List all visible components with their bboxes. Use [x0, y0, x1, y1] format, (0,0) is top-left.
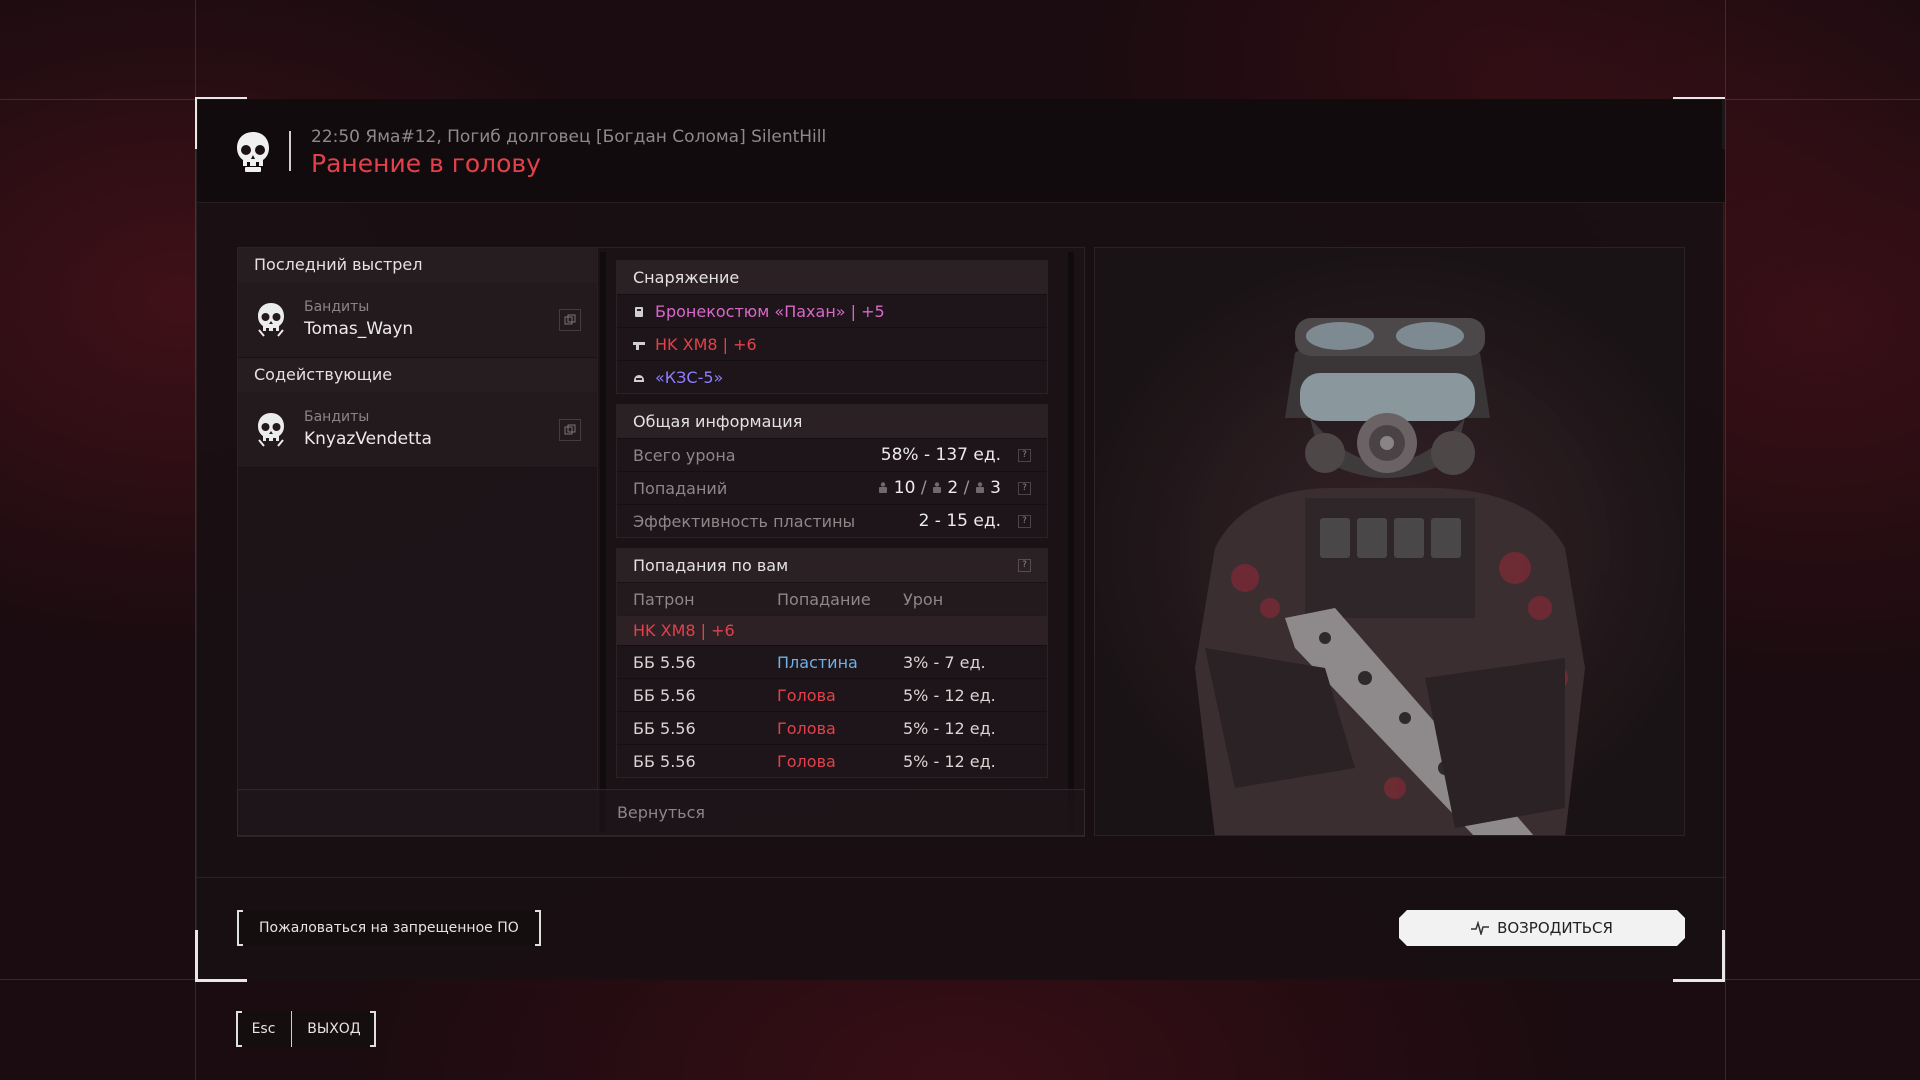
hits-on-you-card: Попадания по вам ? Патрон Попадание Урон… — [616, 548, 1048, 778]
character-model-view[interactable] — [1094, 247, 1685, 836]
respawn-button[interactable]: ВОЗРОДИТЬСЯ — [1399, 910, 1685, 946]
back-button[interactable]: Вернуться — [237, 789, 1085, 836]
ammo-cell: ББ 5.56 — [633, 653, 696, 672]
respawn-label: ВОЗРОДИТЬСЯ — [1497, 919, 1613, 937]
equipment-item: HK XM8 | +6 — [617, 327, 1047, 360]
hits-value: 10 / 2 / 3 — [878, 472, 1001, 505]
killer-name: Tomas_Wayn — [304, 319, 414, 339]
total-damage-label: Всего урона — [633, 446, 736, 465]
hit-cell: Голова — [777, 719, 836, 738]
assist-title: Содействующие — [238, 358, 597, 392]
players-column: Последний выстрел Бандиты Tomas_Wayn Сод… — [238, 248, 598, 836]
event-line: 22:50 Яма#12, Погиб долговец [Богдан Сол… — [311, 127, 827, 147]
equipment-armor-label: Бронекостюм «Пахан» | +5 — [655, 302, 885, 321]
assist-faction: Бандиты — [304, 409, 370, 425]
plate-efficiency-row: Эффективность пластины 2 - 15 ед. ? — [617, 504, 1047, 537]
copy-icon — [564, 314, 576, 325]
damage-cell: 3% - 7 ед. — [903, 653, 986, 672]
hit-cell: Пластина — [777, 653, 858, 672]
copy-assist-name-button[interactable] — [559, 419, 581, 441]
ammo-cell: ББ 5.56 — [633, 752, 696, 771]
column-hit: Попадание — [777, 590, 871, 609]
death-screen-panel: 22:50 Яма#12, Погиб долговец [Богдан Сол… — [195, 97, 1725, 982]
assist-row[interactable]: Бандиты KnyazVendetta — [238, 392, 597, 468]
equipment-title: Снаряжение — [617, 261, 1047, 294]
help-icon[interactable]: ? — [1018, 559, 1031, 572]
players-scrollbar[interactable] — [600, 252, 606, 832]
table-row: ББ 5.56 Голова 5% - 12 ед. — [617, 711, 1047, 744]
character-model — [1195, 318, 1585, 835]
equipment-item: Бронекостюм «Пахан» | +5 — [617, 294, 1047, 327]
button-bracket — [236, 1011, 242, 1047]
hits-on-you-title-text: Попадания по вам — [633, 556, 789, 575]
hits-weapon-group: HK XM8 | +6 — [617, 615, 1047, 645]
column-damage: Урон — [903, 590, 944, 609]
grid-line — [1725, 0, 1726, 1080]
hits-head-count: 10 — [893, 478, 916, 498]
pulse-icon — [1471, 921, 1489, 935]
body-head-icon — [879, 482, 888, 493]
help-icon[interactable]: ? — [1018, 449, 1031, 462]
damage-cell: 5% - 12 ед. — [903, 686, 996, 705]
faction-skull-icon — [258, 413, 284, 447]
hits-limbs-count: 3 — [990, 478, 1001, 498]
column-ammo: Патрон — [633, 590, 695, 609]
table-row: ББ 5.56 Голова 5% - 12 ед. — [617, 678, 1047, 711]
hits-table-header: Патрон Попадание Урон — [617, 582, 1047, 615]
rifle-icon — [633, 342, 645, 350]
hits-torso-count: 2 — [947, 478, 959, 498]
report-cheat-button[interactable]: Пожаловаться на запрещенное ПО — [237, 910, 541, 946]
info-scrollbar[interactable] — [1068, 252, 1074, 832]
total-damage-value: 58% - 137 ед. — [880, 445, 1001, 465]
exit-control[interactable]: Esc ВЫХОД — [236, 1011, 376, 1047]
last-shot-title: Последний выстрел — [238, 248, 597, 282]
copy-killer-name-button[interactable] — [559, 309, 581, 331]
damage-cell: 5% - 12 ед. — [903, 752, 996, 771]
total-damage-row: Всего урона 58% - 137 ед. ? — [617, 438, 1047, 471]
skull-icon — [237, 132, 269, 172]
button-bracket — [237, 910, 243, 946]
report-cheat-label: Пожаловаться на запрещенное ПО — [259, 920, 519, 936]
death-cause: Ранение в голову — [311, 149, 541, 178]
assist-name: KnyazVendetta — [304, 429, 432, 449]
hits-weapon-label: HK XM8 | +6 — [633, 621, 735, 640]
armor-icon — [635, 307, 643, 317]
equipment-item: «КЗС-5» — [617, 360, 1047, 393]
body-limbs-icon — [975, 482, 984, 493]
header-divider — [289, 131, 291, 171]
table-row: ББ 5.56 Пластина 3% - 7 ед. — [617, 645, 1047, 678]
general-info-card: Общая информация Всего урона 58% - 137 е… — [616, 404, 1048, 538]
killer-row[interactable]: Бандиты Tomas_Wayn — [238, 282, 597, 358]
faction-skull-icon — [258, 303, 284, 337]
button-bracket — [370, 1011, 376, 1047]
copy-icon — [564, 424, 576, 435]
body-torso-icon — [932, 482, 941, 493]
equipment-card: Снаряжение Бронекостюм «Пахан» | +5 HK X… — [616, 260, 1048, 394]
details-container: Последний выстрел Бандиты Tomas_Wayn Сод… — [237, 247, 1085, 837]
ammo-cell: ББ 5.56 — [633, 719, 696, 738]
death-header: 22:50 Яма#12, Погиб долговец [Богдан Сол… — [197, 99, 1725, 203]
exit-button[interactable]: ВЫХОД — [292, 1011, 376, 1047]
button-bracket — [534, 910, 541, 946]
footer-divider — [197, 877, 1725, 878]
plate-efficiency-value: 2 - 15 ед. — [918, 511, 1001, 531]
general-info-title: Общая информация — [617, 405, 1047, 438]
equipment-helmet-label: «КЗС-5» — [655, 368, 724, 387]
helmet-icon — [634, 375, 644, 382]
info-column: Снаряжение Бронекостюм «Пахан» | +5 HK X… — [616, 260, 1048, 834]
hits-label: Попаданий — [633, 479, 728, 498]
hit-cell: Голова — [777, 686, 836, 705]
help-icon[interactable]: ? — [1018, 482, 1031, 495]
hit-cell: Голова — [777, 752, 836, 771]
table-row: ББ 5.56 Голова 5% - 12 ед. — [617, 744, 1047, 777]
plate-efficiency-label: Эффективность пластины — [633, 512, 856, 531]
ammo-cell: ББ 5.56 — [633, 686, 696, 705]
equipment-weapon-label: HK XM8 | +6 — [655, 335, 757, 354]
help-icon[interactable]: ? — [1018, 515, 1031, 528]
hits-row: Попаданий 10 / 2 / 3 ? — [617, 471, 1047, 504]
killer-faction: Бандиты — [304, 299, 370, 315]
hits-on-you-title: Попадания по вам ? — [617, 549, 1047, 582]
damage-cell: 5% - 12 ед. — [903, 719, 996, 738]
esc-key[interactable]: Esc — [236, 1011, 292, 1047]
